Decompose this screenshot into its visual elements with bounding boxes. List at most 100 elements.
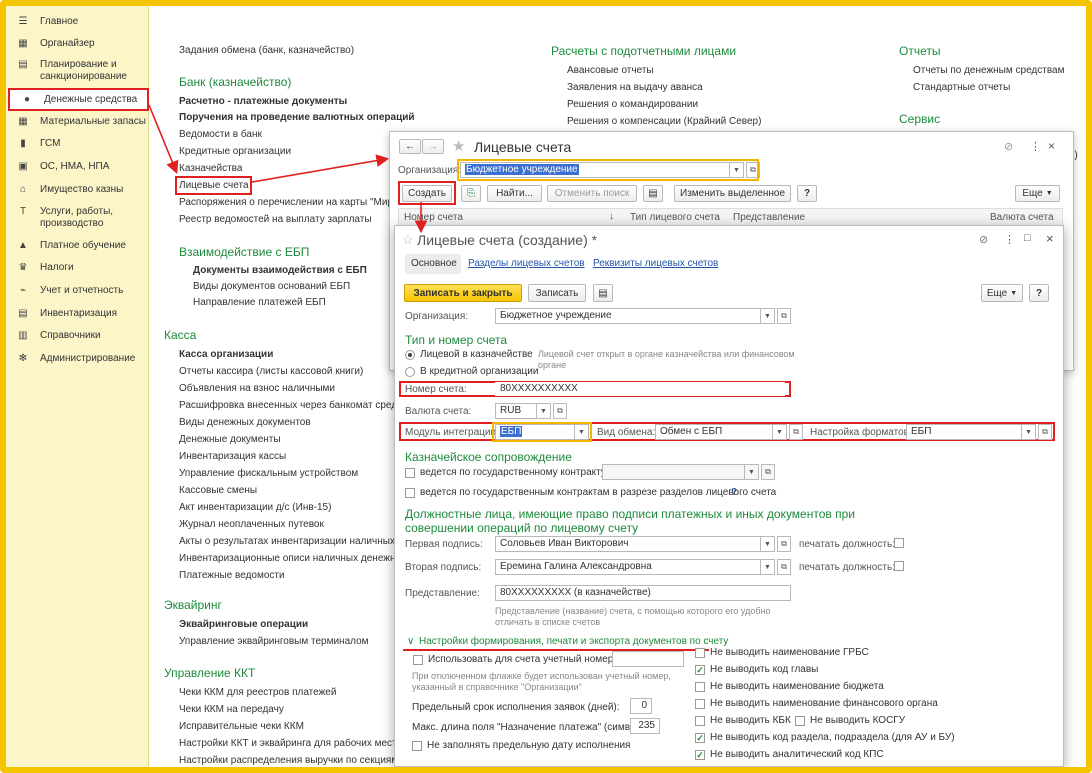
org-open-button[interactable]: ⧉ (777, 308, 791, 324)
first-sign-open-button[interactable]: ⧉ (777, 536, 791, 552)
ebp-link-payment-direction[interactable]: Направление платежей ЕБП (193, 297, 326, 308)
bank-link-statements[interactable]: Ведомости в банк (179, 129, 262, 140)
col-account-number[interactable]: Номер счета (404, 212, 463, 223)
account-number-field[interactable]: 80XXXXXXXXXX (495, 382, 785, 396)
second-sign-open-button[interactable]: ⧉ (777, 559, 791, 575)
sidebar-item-organizer[interactable]: ▦ Органайзер (6, 38, 149, 50)
no-kps-checkbox[interactable]: ✓ (695, 750, 705, 760)
kebab-icon[interactable]: ⋮ (1030, 140, 1041, 153)
list-button[interactable]: ▤ (643, 185, 663, 202)
kassa-link-10[interactable]: Журнал неоплаченных путевок (179, 519, 324, 530)
sidebar-item-money[interactable]: ● Денежные средства (8, 88, 149, 111)
col-currency[interactable]: Валюта счета (990, 212, 1054, 223)
format-field[interactable]: ЕБП (906, 424, 1022, 440)
kassa-link-8[interactable]: Кассовые смены (179, 485, 257, 496)
treasury-contract-field[interactable] (602, 464, 745, 480)
bank-link-credit-orgs[interactable]: Кредитные организации (179, 146, 291, 157)
no-budget-name-checkbox[interactable] (695, 682, 705, 692)
change-selected-button[interactable]: Изменить выделенное (674, 185, 791, 202)
currency-field[interactable]: RUB (495, 403, 537, 419)
star-icon[interactable]: ★ (452, 137, 465, 155)
maximize-icon[interactable]: □ (1024, 232, 1031, 244)
kassa-link-1[interactable]: Отчеты кассира (листы кассовой книги) (179, 366, 363, 377)
sidebar-item-planning[interactable]: ▤ Планирование и санкционирование (6, 59, 149, 83)
chevron-down-icon[interactable]: ∨ (407, 636, 414, 647)
sidebar-item-fuel[interactable]: ▮ ГСМ (6, 138, 149, 150)
sidebar-item-inventory[interactable]: ▤ Инвентаризация (6, 308, 149, 320)
sidebar-item-accounting[interactable]: ⌁ Учет и отчетность (6, 285, 149, 297)
sort-icon[interactable]: ↓ (609, 211, 614, 222)
kassa-link-7[interactable]: Управление фискальным устройством (179, 468, 358, 479)
kkt-link-0[interactable]: Чеки ККМ для реестров платежей (179, 687, 336, 698)
no-grbs-checkbox[interactable] (695, 648, 705, 658)
sidebar-item-treasury-property[interactable]: ⌂ Имущество казны (6, 184, 149, 196)
sidebar-item-admin[interactable]: ✻ Администрирование (6, 353, 149, 365)
help-button[interactable]: ? (797, 185, 817, 202)
col-account-type[interactable]: Тип лицевого счета (630, 212, 720, 223)
bank-link-mir-cards[interactable]: Распоряжения о перечислении на карты "Ми… (179, 197, 397, 208)
bank-link-payments[interactable]: Расчетно - платежные документы (179, 96, 347, 107)
representation-field[interactable]: 80XXXXXXXXX (в казначействе) (495, 585, 791, 601)
kkt-link-4[interactable]: Настройки распределения выручки по секци… (179, 755, 419, 766)
exchange-field[interactable]: Обмен с ЕБП (655, 424, 773, 440)
acc-num-field[interactable] (612, 651, 684, 667)
kassa-link-4[interactable]: Виды денежных документов (179, 417, 311, 428)
link-icon[interactable]: ⊘ (1004, 140, 1013, 153)
star-icon[interactable]: ☆ (402, 232, 414, 248)
exchange-tasks-link[interactable]: Задания обмена (банк, казначейство) (179, 45, 354, 56)
save-button[interactable]: Записать (528, 284, 586, 302)
kkt-link-1[interactable]: Чеки ККМ на передачу (179, 704, 284, 715)
org-dropdown[interactable]: ▼ (761, 308, 775, 324)
treasury-sections-checkbox[interactable] (405, 488, 415, 498)
help-button[interactable]: ? (1029, 284, 1049, 302)
sidebar-item-assets[interactable]: ▣ ОС, НМА, НПА (6, 161, 149, 173)
kassa-link-12[interactable]: Инвентаризационные описи наличных денежн (179, 553, 395, 564)
kassa-link-2[interactable]: Объявления на взнос наличными (179, 383, 335, 394)
format-open-button[interactable]: ⧉ (1038, 424, 1052, 440)
tab-requisites[interactable]: Реквизиты лицевых счетов (593, 258, 718, 269)
kebab-icon[interactable]: ⋮ (1004, 233, 1015, 246)
kassa-link-5[interactable]: Денежные документы (179, 434, 281, 445)
exchange-open-button[interactable]: ⧉ (789, 424, 803, 440)
close-icon[interactable]: × (1046, 231, 1054, 246)
second-sign-field[interactable]: Еремина Галина Александровна (495, 559, 761, 575)
back-button[interactable]: ← (399, 139, 421, 154)
bank-link-treasuries[interactable]: Казначейства (179, 163, 242, 174)
more-button[interactable]: Еще ▼ (1015, 185, 1060, 202)
tab-main[interactable]: Основное (405, 254, 461, 274)
list-button[interactable]: ▤ (593, 284, 613, 302)
forward-button[interactable]: → (422, 139, 444, 154)
treasury-help-link[interactable]: ? (731, 487, 737, 498)
radio-treasury[interactable] (405, 350, 415, 360)
col-representation[interactable]: Представление (733, 212, 805, 223)
kassa-link-6[interactable]: Инвентаризация кассы (179, 451, 286, 462)
kassa-link-0[interactable]: Касса организации (179, 349, 273, 360)
first-print-pos-checkbox[interactable] (894, 538, 904, 548)
first-sign-dropdown[interactable]: ▼ (761, 536, 775, 552)
currency-open-button[interactable]: ⧉ (553, 403, 567, 419)
first-sign-field[interactable]: Соловьев Иван Викторович (495, 536, 761, 552)
find-button[interactable]: Найти... (487, 185, 542, 202)
kassa-link-3[interactable]: Расшифровка внесенных через банкомат сре… (179, 400, 397, 411)
treasury-contract-dropdown[interactable]: ▼ (745, 464, 759, 480)
kkt-link-2[interactable]: Исправительные чеки ККМ (179, 721, 304, 732)
exchange-dropdown[interactable]: ▼ (773, 424, 787, 440)
no-chapter-code-checkbox[interactable]: ✓ (695, 665, 705, 675)
bank-link-currency[interactable]: Поручения на проведение валютных операци… (179, 112, 415, 123)
ebp-link-docs[interactable]: Документы взаимодействия с ЕБП (193, 265, 367, 276)
treasury-contract-checkbox[interactable] (405, 468, 415, 478)
settings-group-toggle[interactable]: Настройки формирования, печати и экспорт… (419, 636, 728, 647)
bank-link-salary-registry[interactable]: Реестр ведомостей на выплату зарплаты (179, 214, 372, 225)
no-fill-date-checkbox[interactable] (412, 741, 422, 751)
copy-button[interactable]: ⎘ (461, 185, 481, 202)
no-fin-org-checkbox[interactable] (695, 699, 705, 709)
no-kbk-checkbox[interactable] (695, 716, 705, 726)
close-icon[interactable]: × (1048, 139, 1055, 153)
treasury-contract-open-button[interactable]: ⧉ (761, 464, 775, 480)
use-acc-num-checkbox[interactable] (413, 655, 423, 665)
sidebar-item-main[interactable]: ☰ Главное (6, 16, 149, 28)
save-close-button[interactable]: Записать и закрыть (404, 284, 522, 302)
second-print-pos-checkbox[interactable] (894, 561, 904, 571)
reports-link-0[interactable]: Отчеты по денежным средствам (913, 65, 1064, 76)
sidebar-item-taxes[interactable]: ♛ Налоги (6, 262, 149, 274)
